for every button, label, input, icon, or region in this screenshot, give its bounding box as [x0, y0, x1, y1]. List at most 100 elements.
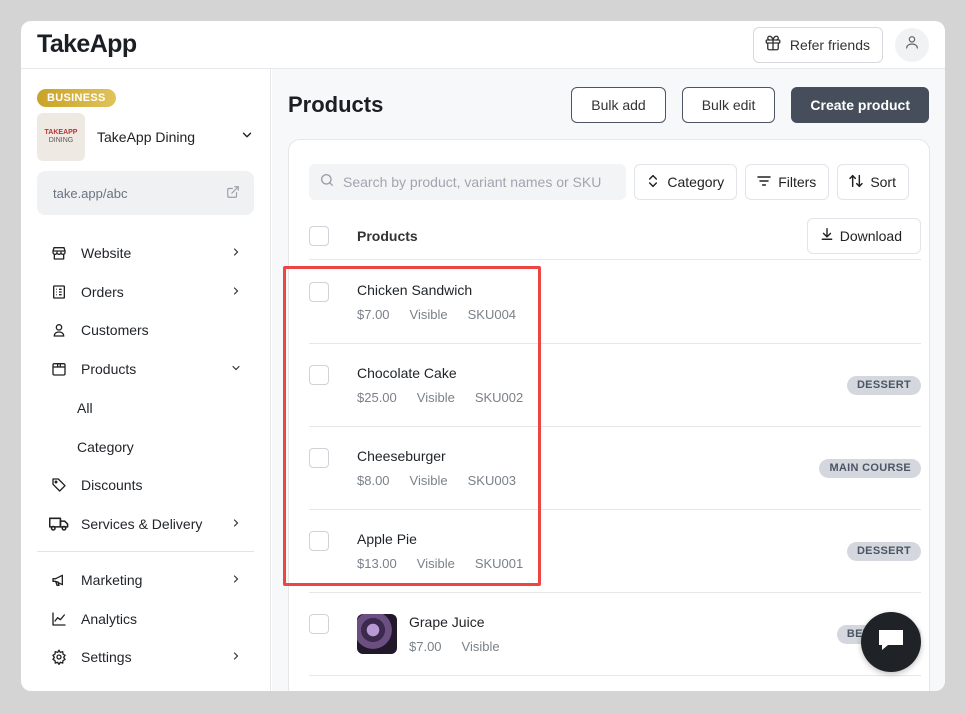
category-filter-button[interactable]: Category	[634, 164, 738, 200]
filter-lines-icon	[756, 173, 772, 192]
search-box[interactable]	[309, 164, 627, 200]
sidebar-item-services-delivery[interactable]: Services & Delivery	[37, 505, 254, 544]
products-toolbar: Category Filters Sort	[309, 164, 909, 200]
store-logo-line1: TAKEAPP	[44, 129, 78, 136]
chat-support-button[interactable]	[861, 612, 921, 672]
user-avatar-button[interactable]	[895, 27, 929, 62]
refer-friends-button[interactable]: Refer friends	[752, 26, 883, 63]
page-title: Products	[288, 92, 384, 117]
sidebar-subitem-category[interactable]: Category	[37, 427, 254, 466]
sidebar-item-label: Discounts	[81, 477, 143, 494]
chat-bubble-icon	[876, 626, 906, 659]
sort-button[interactable]: Sort	[837, 164, 909, 200]
search-input[interactable]	[343, 174, 613, 190]
sidebar-item-analytics[interactable]: Analytics	[37, 600, 254, 639]
product-name[interactable]: Chocolate Cake	[357, 365, 847, 381]
sidebar-item-customers[interactable]: Customers	[37, 311, 254, 350]
box-icon	[51, 361, 67, 377]
person-icon	[51, 322, 67, 338]
chart-line-icon	[51, 611, 67, 627]
page-actions: Bulk add Bulk edit Create product	[571, 87, 929, 123]
product-sku: SKU003	[467, 473, 517, 488]
product-meta: $8.00 Visible SKU003	[357, 473, 819, 488]
table-row[interactable]: Chicken Sandwich $7.00 Visible SKU004	[309, 261, 921, 344]
product-visibility: Visible	[416, 390, 455, 405]
row-checkbox[interactable]	[309, 365, 329, 385]
products-list-header: Products Download	[309, 212, 921, 260]
product-name[interactable]: Cheeseburger	[357, 448, 819, 464]
row-checkbox[interactable]	[309, 531, 329, 551]
product-meta: $7.00 Visible	[409, 639, 837, 654]
sidebar-item-label: Marketing	[81, 572, 143, 589]
tag-icon	[51, 477, 67, 493]
product-sku: SKU002	[474, 390, 524, 405]
store-link-box[interactable]: take.app/abc	[37, 171, 254, 215]
megaphone-icon	[51, 572, 67, 588]
sidebar-item-website[interactable]: Website	[37, 234, 254, 273]
product-info: Apple Pie $13.00 Visible SKU001	[357, 531, 847, 571]
table-row[interactable]: Apple Pie $13.00 Visible SKU001 DESSERT	[309, 510, 921, 593]
table-row[interactable]: Cheeseburger $8.00 Visible SKU003 MAIN C…	[309, 427, 921, 510]
product-name[interactable]: Grape Juice	[409, 614, 837, 630]
refer-friends-label: Refer friends	[789, 36, 870, 53]
select-all-checkbox[interactable]	[309, 225, 329, 246]
table-row[interactable]: Grape Juice $7.00 Visible BEVERAGE	[309, 593, 921, 676]
store-logo: TAKEAPP DINING	[37, 113, 85, 161]
category-filter-label: Category	[667, 174, 725, 190]
sort-arrows-icon	[848, 173, 864, 192]
create-product-button[interactable]: Create product	[791, 87, 929, 123]
store-selector[interactable]: TAKEAPP DINING TakeApp Dining	[37, 113, 254, 161]
external-link-icon[interactable]	[226, 185, 240, 202]
category-tag: DESSERT	[846, 541, 921, 561]
products-card: Category Filters Sort Products	[288, 139, 930, 691]
sidebar-item-discounts[interactable]: Discounts	[37, 466, 254, 505]
product-meta: $25.00 Visible SKU002	[357, 390, 847, 405]
sidebar-item-marketing[interactable]: Marketing	[37, 561, 254, 600]
receipt-icon	[51, 284, 67, 300]
row-checkbox[interactable]	[309, 614, 329, 634]
product-name[interactable]: Chicken Sandwich	[357, 282, 921, 298]
product-sku: SKU004	[467, 307, 517, 322]
products-list: Chicken Sandwich $7.00 Visible SKU004 Ch…	[309, 261, 921, 676]
product-name[interactable]: Apple Pie	[357, 531, 847, 547]
gift-icon	[764, 34, 782, 55]
gear-icon	[51, 649, 67, 666]
sidebar-item-settings[interactable]: Settings	[37, 638, 254, 677]
product-price: $25.00	[357, 390, 397, 405]
sidebar-item-orders[interactable]: Orders	[37, 273, 254, 312]
sort-label: Sort	[870, 174, 896, 190]
chevron-right-icon	[230, 572, 242, 588]
sidebar-item-products[interactable]: Products	[37, 350, 254, 389]
download-button[interactable]: Download	[806, 217, 921, 254]
sidebar-item-label: Products	[81, 360, 137, 377]
products-column-header: Products	[357, 227, 418, 244]
store-link-text: take.app/abc	[53, 185, 128, 201]
row-checkbox[interactable]	[309, 448, 329, 468]
sidebar-subitem-all[interactable]: All	[37, 388, 254, 427]
product-sku: SKU001	[474, 556, 524, 571]
store-name: TakeApp Dining	[97, 129, 196, 145]
bulk-add-button[interactable]: Bulk add	[571, 87, 666, 123]
chevron-right-icon	[230, 284, 242, 300]
chevron-down-icon	[230, 361, 242, 377]
chevron-right-icon	[230, 516, 242, 532]
chevron-down-icon	[240, 128, 254, 147]
row-checkbox[interactable]	[309, 282, 329, 302]
product-info: Grape Juice $7.00 Visible	[409, 614, 837, 654]
product-meta: $7.00 Visible SKU004	[357, 307, 921, 322]
chevron-right-icon	[230, 649, 242, 665]
product-visibility: Visible	[461, 639, 500, 654]
store-icon	[51, 245, 67, 261]
bulk-edit-button[interactable]: Bulk edit	[681, 87, 776, 123]
product-visibility: Visible	[409, 473, 448, 488]
chevron-right-icon	[230, 245, 242, 261]
product-thumbnail	[357, 614, 397, 654]
product-price: $7.00	[357, 307, 390, 322]
download-label: Download	[839, 227, 902, 244]
sidebar: BUSINESS TAKEAPP DINING TakeApp Dining t…	[21, 69, 271, 691]
table-row[interactable]: Chocolate Cake $25.00 Visible SKU002 DES…	[309, 344, 921, 427]
filters-button[interactable]: Filters	[745, 164, 830, 200]
business-badge: BUSINESS	[37, 89, 116, 107]
app-logo[interactable]: TakeApp	[37, 30, 137, 59]
top-header: TakeApp Refer friends	[21, 21, 945, 69]
